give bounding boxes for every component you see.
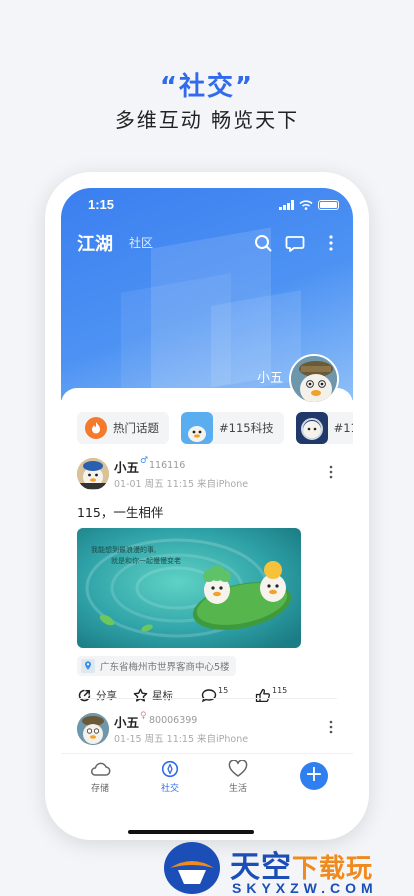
plus-icon: + <box>304 762 324 787</box>
fire-icon <box>85 417 107 439</box>
status-time: 1:15 <box>88 197 115 212</box>
avatar[interactable] <box>77 458 109 490</box>
topic-label: #115产 <box>333 421 353 435</box>
location-tag[interactable]: 广东省梅州市世界客商中心5楼 <box>77 656 236 676</box>
wifi-icon <box>299 200 313 210</box>
avatar[interactable] <box>289 354 339 404</box>
topic-chips: 热门话题 #115科技 #115产 <box>77 412 353 444</box>
feed: 热门话题 #115科技 #115产 <box>61 388 353 808</box>
topic-label: #115科技 <box>219 421 274 435</box>
star-icon <box>133 688 148 702</box>
cloud-icon <box>90 762 111 776</box>
map-pin-icon <box>81 659 95 673</box>
post-image[interactable]: 我能想到最浪漫的事, 就是和你一起慢慢变老 <box>77 528 301 648</box>
post-meta: 01-01 周五 11:15 来自iPhone <box>114 479 249 490</box>
share-button[interactable]: 分享 <box>77 688 117 703</box>
image-caption: 我能想到最浪漫的事, <box>91 545 156 554</box>
gender-female-icon: ♀ <box>140 711 147 721</box>
image-caption: 就是和你一起慢慢变老 <box>111 556 181 565</box>
home-indicator <box>128 830 254 834</box>
post-meta: 01-15 周五 11:15 来自iPhone <box>114 734 249 745</box>
more-icon[interactable] <box>329 719 333 735</box>
topic-chip-tech[interactable]: #115科技 <box>181 412 284 444</box>
topic-thumbnail <box>295 412 328 444</box>
compass-icon <box>161 760 179 778</box>
topic-chip-product[interactable]: #115产 <box>295 412 353 444</box>
more-icon[interactable] <box>329 464 333 480</box>
topic-thumbnail <box>181 412 213 444</box>
app-screen: 1:15 江湖 社区 小五 热门话题 #115科技 #1 小五 ♂ 116116… <box>61 188 353 808</box>
more-icon[interactable] <box>320 232 342 254</box>
star-button[interactable]: 星标 <box>133 688 173 703</box>
like-button[interactable]: 115 <box>255 686 287 703</box>
post-author[interactable]: 小五 <box>114 457 139 476</box>
bottom-tab-bar: 存储 社交 生活 + <box>61 753 353 808</box>
message-icon[interactable] <box>284 232 306 254</box>
divider <box>77 698 337 699</box>
tab-storage[interactable]: 存储 <box>75 760 125 794</box>
post-author[interactable]: 小五 <box>114 712 139 731</box>
share-icon <box>78 689 91 702</box>
topic-chip-hot[interactable]: 热门话题 <box>77 412 169 444</box>
watermark-url: SKYXZW.COM <box>232 880 378 896</box>
user-id: 80006399 <box>149 715 198 726</box>
phone-frame: 1:15 江湖 社区 小五 热门话题 #115科技 #1 小五 ♂ 116116… <box>45 172 369 840</box>
comment-button[interactable]: 15 <box>201 686 228 703</box>
promo-subtitle: 多维互动 畅览天下 <box>114 108 300 132</box>
status-bar: 1:15 <box>61 197 353 217</box>
app-bar: 江湖 社区 <box>61 228 353 258</box>
tab-social[interactable]: 社交 <box>145 760 195 794</box>
thumbs-up-icon <box>255 688 271 703</box>
logo-icon <box>164 842 220 894</box>
gender-male-icon: ♂ <box>140 456 149 466</box>
location-text: 广东省梅州市世界客商中心5楼 <box>100 662 230 673</box>
heart-icon <box>228 760 248 777</box>
add-post-button[interactable]: + <box>300 762 328 790</box>
promo-title: “社交” <box>159 72 255 102</box>
comment-icon <box>201 689 217 703</box>
profile-name: 小五 <box>256 371 283 386</box>
avatar[interactable] <box>77 713 109 745</box>
search-icon[interactable] <box>252 232 274 254</box>
post-text: 115，一生相伴 <box>77 505 164 520</box>
watermark-logo: 天空下载玩 SKYXZW.COM <box>160 838 414 896</box>
battery-icon <box>318 200 339 210</box>
signal-icon <box>279 200 294 210</box>
tab-community[interactable]: 社区 <box>129 234 153 251</box>
tab-life[interactable]: 生活 <box>213 760 263 794</box>
user-id: 116116 <box>149 460 186 471</box>
page-title: 江湖 <box>77 234 113 255</box>
topic-label: 热门话题 <box>113 421 159 435</box>
post-card: 小五 ♂ 116116 01-01 周五 11:15 来自iPhone 115，… <box>77 456 337 708</box>
